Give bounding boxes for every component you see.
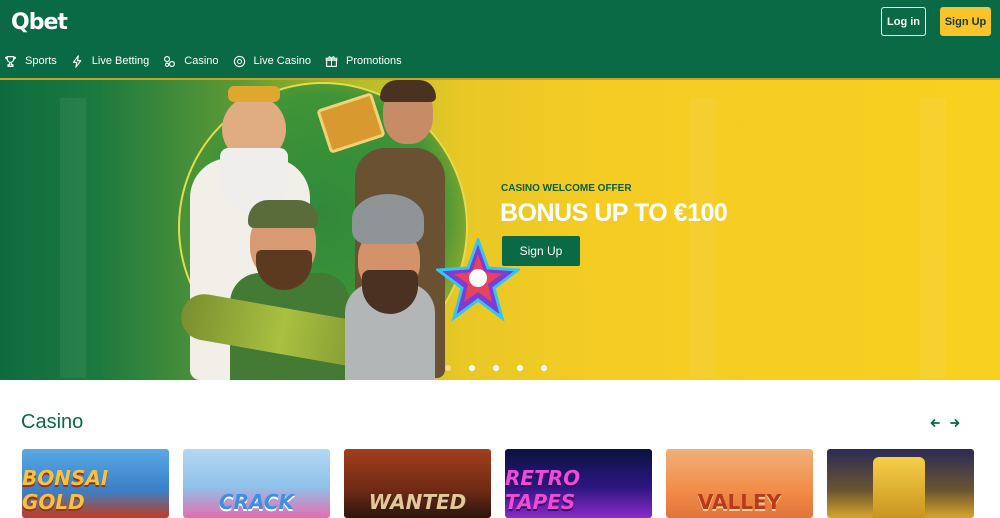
nav-item-live-betting[interactable]: Live Betting — [71, 54, 150, 68]
carousel-dot[interactable] — [517, 365, 523, 371]
hero-signup-button[interactable]: Sign Up — [502, 236, 580, 266]
carousel-dot[interactable] — [493, 365, 499, 371]
arrow-left-icon[interactable] — [928, 416, 942, 430]
game-title: CRACK — [218, 490, 295, 514]
game-tile[interactable]: WANTED — [344, 449, 491, 518]
game-title: WANTED — [368, 490, 467, 514]
nav-item-sports[interactable]: Sports — [4, 55, 57, 68]
nav-item-label: Promotions — [346, 55, 402, 67]
pharaoh-artwork — [873, 457, 925, 518]
promo-kicker: CASINO WELCOME OFFER — [501, 183, 632, 194]
gnome-helmet — [352, 194, 424, 244]
nav-item-label: Live Betting — [91, 55, 150, 67]
carousel-arrows — [928, 416, 968, 430]
carousel-dot[interactable] — [469, 365, 475, 371]
site-logo[interactable]: Qbet — [11, 10, 68, 35]
background-pillar — [920, 98, 946, 378]
zeus-crown — [228, 86, 280, 102]
casino-section-title: Casino — [21, 411, 84, 433]
gift-icon — [325, 55, 338, 68]
background-pillar — [690, 98, 716, 378]
game-title: RETRO TAPES — [505, 466, 581, 514]
game-tile[interactable]: CRACK — [183, 449, 330, 518]
main-nav: Sports Live Betting Casino Live Casino P… — [0, 50, 416, 72]
fisherman-hat — [248, 200, 318, 228]
nav-item-label: Live Casino — [253, 55, 312, 67]
nav-item-live-casino[interactable]: Live Casino — [233, 55, 311, 68]
game-title: VALLEY — [697, 490, 782, 514]
arrow-right-icon[interactable] — [948, 416, 962, 430]
promo-title: BONUS UP TO €100 — [500, 199, 728, 227]
signup-button[interactable]: Sign Up — [940, 7, 991, 36]
lightning-icon — [71, 54, 84, 68]
adventurer-hair — [380, 80, 436, 102]
game-tile[interactable]: VALLEY — [666, 449, 813, 518]
top-header: Qbet Log in Sign Up Sports Live Betting … — [0, 0, 1000, 78]
trophy-icon — [4, 55, 17, 68]
background-pillar — [60, 98, 86, 378]
carousel-dot[interactable] — [445, 365, 451, 371]
nav-item-promotions[interactable]: Promotions — [325, 55, 402, 68]
nav-item-label: Casino — [184, 55, 219, 67]
chip-icon — [233, 55, 246, 68]
casino-game-list: BONSAI GOLD CRACK WANTED RETRO TAPES VAL… — [22, 449, 988, 518]
nav-item-label: Sports — [25, 55, 57, 67]
carousel-dot[interactable] — [541, 365, 547, 371]
game-tile[interactable]: RETRO TAPES — [505, 449, 652, 518]
dice-icon — [163, 55, 176, 68]
nav-item-casino[interactable]: Casino — [163, 55, 219, 68]
carousel-dots — [445, 365, 565, 371]
banner-top-border — [0, 78, 1000, 80]
login-button[interactable]: Log in — [881, 7, 926, 36]
game-tile[interactable] — [827, 449, 974, 518]
game-tile[interactable]: BONSAI GOLD — [22, 449, 169, 518]
hero-banner[interactable]: CASINO WELCOME OFFER BONUS UP TO €100 Si… — [0, 78, 1000, 380]
game-title: BONSAI GOLD — [22, 466, 109, 514]
